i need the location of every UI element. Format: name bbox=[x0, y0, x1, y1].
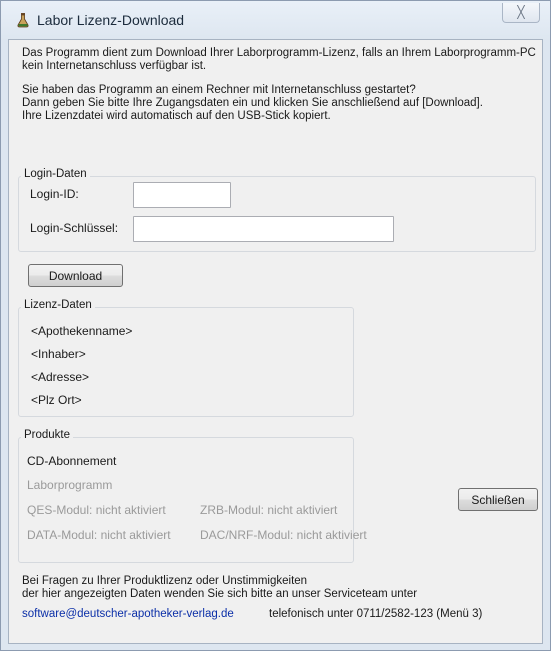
intro-text-line-1: Das Programm dient zum Download Ihrer La… bbox=[22, 47, 536, 59]
close-window-button[interactable]: ╳ bbox=[502, 3, 540, 23]
close-button[interactable]: Schließen bbox=[458, 488, 538, 511]
license-data-group-title: Lizenz-Daten bbox=[21, 299, 95, 311]
intro-text-line-3: Sie haben das Programm an einem Rechner … bbox=[22, 84, 416, 96]
dialog-client-area: Das Programm dient zum Download Ihrer La… bbox=[8, 39, 543, 644]
support-email-link[interactable]: software@deutscher-apotheker-verlag.de bbox=[22, 608, 234, 621]
login-id-input[interactable] bbox=[133, 182, 231, 208]
zrb-module-status: ZRB-Modul: nicht aktiviert bbox=[200, 503, 338, 517]
intro-text-line-4: Dann geben Sie bitte Ihre Zugangsdaten e… bbox=[22, 97, 483, 109]
intro-text-line-5: Ihre Lizenzdatei wird automatisch auf de… bbox=[22, 110, 331, 122]
support-phone-text: telefonisch unter 0711/2582-123 (Menü 3) bbox=[269, 608, 483, 620]
login-id-label: Login-ID: bbox=[30, 187, 79, 201]
lab-flask-icon bbox=[15, 12, 31, 28]
qes-module-status: QES-Modul: nicht aktiviert bbox=[27, 503, 166, 517]
download-button[interactable]: Download bbox=[28, 264, 123, 287]
window-title: Labor Lizenz-Download bbox=[37, 12, 185, 28]
login-data-group-title: Login-Daten bbox=[21, 168, 90, 180]
cd-subscription-product: CD-Abonnement bbox=[27, 454, 117, 468]
footer-text-line-1: Bei Fragen zu Ihrer Produktlizenz oder U… bbox=[22, 575, 308, 587]
intro-text-line-2: kein Internetanschluss verfügbar ist. bbox=[22, 60, 207, 72]
close-icon: ╳ bbox=[517, 5, 525, 19]
title-bar[interactable]: Labor Lizenz-Download ╳ bbox=[1, 1, 550, 39]
address-value: <Adresse> bbox=[31, 370, 90, 384]
pharmacy-name-value: <Apothekenname> bbox=[31, 324, 133, 338]
owner-value: <Inhaber> bbox=[31, 347, 86, 361]
lab-program-product: Laborprogramm bbox=[27, 478, 113, 492]
footer-text-line-2: der hier angezeigten Daten wenden Sie si… bbox=[22, 588, 418, 600]
login-key-input[interactable] bbox=[133, 216, 394, 242]
login-key-label: Login-Schlüssel: bbox=[30, 221, 119, 235]
data-module-status: DATA-Modul: nicht aktiviert bbox=[27, 528, 171, 542]
zip-city-value: <Plz Ort> bbox=[31, 393, 82, 407]
products-group-title: Produkte bbox=[21, 429, 74, 441]
dac-nrf-module-status: DAC/NRF-Modul: nicht aktiviert bbox=[200, 528, 367, 542]
dialog-window: Labor Lizenz-Download ╳ Das Programm die… bbox=[0, 0, 551, 651]
